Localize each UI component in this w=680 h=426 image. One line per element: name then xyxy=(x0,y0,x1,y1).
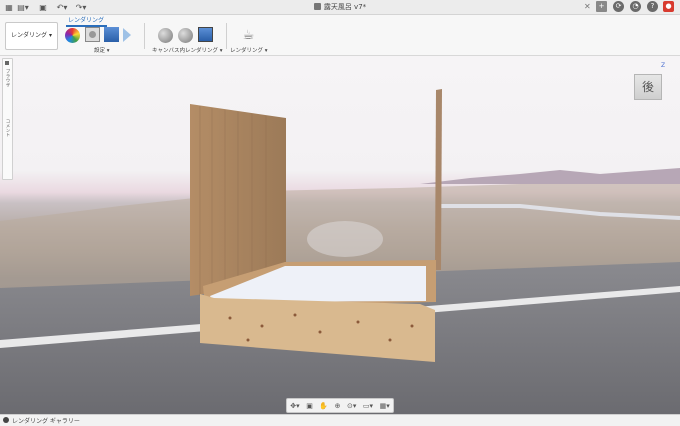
ribbon-separator xyxy=(226,23,227,49)
ribbon-separator xyxy=(144,23,145,49)
canvas-render-settings-icon[interactable] xyxy=(178,28,193,43)
display-icon[interactable]: ▭▾ xyxy=(363,402,373,410)
orbit-icon[interactable]: ✥▾ xyxy=(290,402,299,410)
ribbon: レンダリング ▾ レンダリング 設定 ▾ キャンバス内レンダリング ▾ ☕ レン… xyxy=(0,15,680,56)
render-group-label[interactable]: レンダリング ▾ xyxy=(230,46,268,54)
notifications-icon[interactable]: ◔ xyxy=(630,1,641,12)
title-bar: ▦ ▤▾ ▣ ↶▾ ↷▾ 露天風呂 v7* ✕ + ⟳ ◔ ? ● xyxy=(0,0,680,15)
job-status-icon[interactable]: ⟳ xyxy=(613,1,624,12)
add-tab-icon[interactable]: + xyxy=(596,1,607,12)
scene-sphere-icon xyxy=(89,31,96,38)
settings-group-label[interactable]: 設定 ▾ xyxy=(94,46,110,54)
close-tab-icon[interactable]: ✕ xyxy=(584,2,591,11)
comments-tab[interactable]: コメント xyxy=(4,119,10,137)
scene-settings-icon[interactable] xyxy=(85,27,100,42)
hand-icon[interactable]: ✋ xyxy=(319,402,328,410)
document-title: 露天風呂 v7* xyxy=(0,2,680,12)
viewcube[interactable]: 後 xyxy=(634,74,662,100)
canvas-viewport[interactable] xyxy=(0,56,680,414)
capture-image-icon[interactable] xyxy=(198,27,213,42)
fit-icon[interactable]: ⊙▾ xyxy=(347,402,356,410)
status-bar: レンダリング ギャラリー xyxy=(0,414,680,426)
canvas-render-group-label[interactable]: キャンバス内レンダリング ▾ xyxy=(152,46,223,54)
grid-settings-icon[interactable]: ▦▾ xyxy=(380,402,390,410)
help-icon[interactable]: ? xyxy=(647,1,658,12)
navigation-bar: ✥▾ ▣ ✋ ⊕ ⊙▾ ▭▾ ▦▾ xyxy=(286,398,394,413)
account-icon[interactable]: ● xyxy=(663,1,674,12)
browser-tab[interactable]: ブラウザ xyxy=(4,69,10,87)
gallery-toggle-icon[interactable] xyxy=(3,417,9,423)
mountains xyxy=(420,168,680,184)
tab-rendering[interactable]: レンダリング xyxy=(68,15,104,24)
zoom-icon[interactable]: ⊕ xyxy=(335,402,341,410)
side-panel[interactable]: ブラウザ コメント xyxy=(2,58,13,180)
rendering-gallery-label[interactable]: レンダリング ギャラリー xyxy=(12,416,80,425)
canvas-render-icon[interactable] xyxy=(158,28,173,43)
scene-render xyxy=(0,89,680,414)
steam xyxy=(307,221,383,257)
panel-toggle-icon[interactable] xyxy=(5,61,9,65)
document-cube-icon xyxy=(313,3,321,10)
viewcube-z-axis: Z xyxy=(661,62,666,69)
workspace-dropdown[interactable]: レンダリング ▾ xyxy=(5,22,58,50)
pan-icon[interactable]: ▣ xyxy=(306,402,313,410)
teapot-render-icon[interactable]: ☕ xyxy=(241,28,256,43)
appearance-icon[interactable] xyxy=(65,28,80,43)
texture-map-icon[interactable] xyxy=(104,27,119,42)
decal-icon[interactable] xyxy=(123,28,131,42)
right-post xyxy=(435,89,442,270)
